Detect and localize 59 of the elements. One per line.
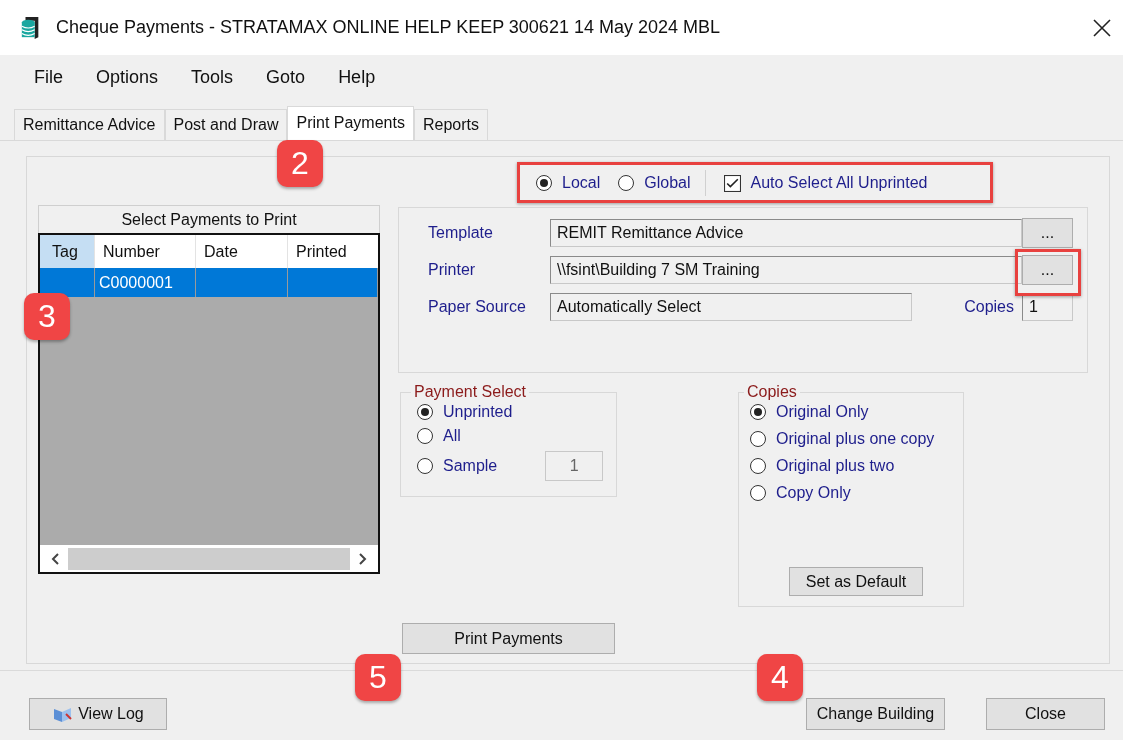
radio-label[interactable]: All <box>443 427 461 445</box>
view-log-button[interactable]: View Log <box>29 697 167 730</box>
checkbox-label[interactable]: Auto Select All Unprinted <box>750 174 928 192</box>
column-header[interactable]: Printed <box>288 235 378 268</box>
menu-item[interactable]: Options <box>96 67 159 88</box>
tab[interactable]: Print Payments <box>287 106 414 140</box>
highlight-frame <box>1015 249 1081 296</box>
menu-item[interactable]: Tools <box>191 67 234 88</box>
radio-button[interactable] <box>750 431 766 447</box>
radio-button[interactable] <box>750 404 766 420</box>
radio-label[interactable]: Global <box>644 174 691 192</box>
checkbox[interactable] <box>723 174 741 192</box>
step-badge: 3 <box>24 293 70 340</box>
table-row[interactable]: C0000001 <box>40 268 378 297</box>
radio-label[interactable]: Unprinted <box>443 403 513 421</box>
tab[interactable]: Post and Draw <box>164 109 288 140</box>
menu-item[interactable]: Help <box>338 67 376 88</box>
radio-label[interactable]: Local <box>562 174 601 192</box>
radio-label[interactable]: Copy Only <box>776 484 851 502</box>
scroll-right-icon[interactable] <box>358 551 368 566</box>
step-badge: 4 <box>757 654 803 701</box>
close-button[interactable]: Close <box>986 697 1105 730</box>
radio-button[interactable] <box>417 458 433 474</box>
field-label: Copies <box>964 297 1014 316</box>
radio-button[interactable] <box>618 175 635 191</box>
radio-button[interactable] <box>417 428 433 444</box>
step-badge: 5 <box>355 654 401 701</box>
print-payments-button[interactable]: Print Payments <box>402 623 615 654</box>
field-label: Paper Source <box>428 297 527 316</box>
table-cell: C0000001 <box>99 274 173 291</box>
printer-field[interactable]: \\fsint\Building 7 SM Training <box>550 255 1022 284</box>
group-title: Copies <box>746 383 798 401</box>
set-default-button[interactable]: Set as Default <box>789 567 923 596</box>
radio-button[interactable] <box>536 175 552 191</box>
tab[interactable]: Remittance Advice <box>14 109 165 140</box>
radio-button[interactable] <box>750 485 766 501</box>
browse-button[interactable]: ... <box>1022 217 1073 248</box>
sample-count-field[interactable]: 1 <box>545 451 604 481</box>
field-label: Printer <box>428 260 477 279</box>
radio-label[interactable]: Sample <box>443 457 498 475</box>
paper-source-field[interactable]: Automatically Select <box>550 292 912 321</box>
template-field[interactable]: REMIT Remittance Advice <box>550 218 1022 247</box>
field-label: Template <box>428 223 494 242</box>
menu-item[interactable]: File <box>34 67 63 88</box>
radio-button[interactable] <box>417 404 433 420</box>
radio-label[interactable]: Original Only <box>776 403 869 421</box>
column-header[interactable]: Tag <box>40 235 95 268</box>
menu-item[interactable]: Goto <box>266 67 306 88</box>
window-title: Cheque Payments - STRATAMAX ONLINE HELP KEEP 300621 14 May 2024 MBL <box>56 17 720 38</box>
step-badge: 2 <box>277 140 323 187</box>
radio-label[interactable]: Original plus one copy <box>776 430 935 448</box>
browse-button[interactable]: ... <box>1022 254 1073 285</box>
change-building-button[interactable]: Change Building <box>806 697 945 730</box>
scroll-left-icon[interactable] <box>50 551 60 566</box>
radio-label[interactable]: Original plus two <box>776 457 895 475</box>
close-icon[interactable] <box>1093 18 1111 37</box>
group-title: Payment Select <box>413 383 528 401</box>
tab[interactable]: Reports <box>413 109 488 140</box>
radio-button[interactable] <box>750 458 766 474</box>
